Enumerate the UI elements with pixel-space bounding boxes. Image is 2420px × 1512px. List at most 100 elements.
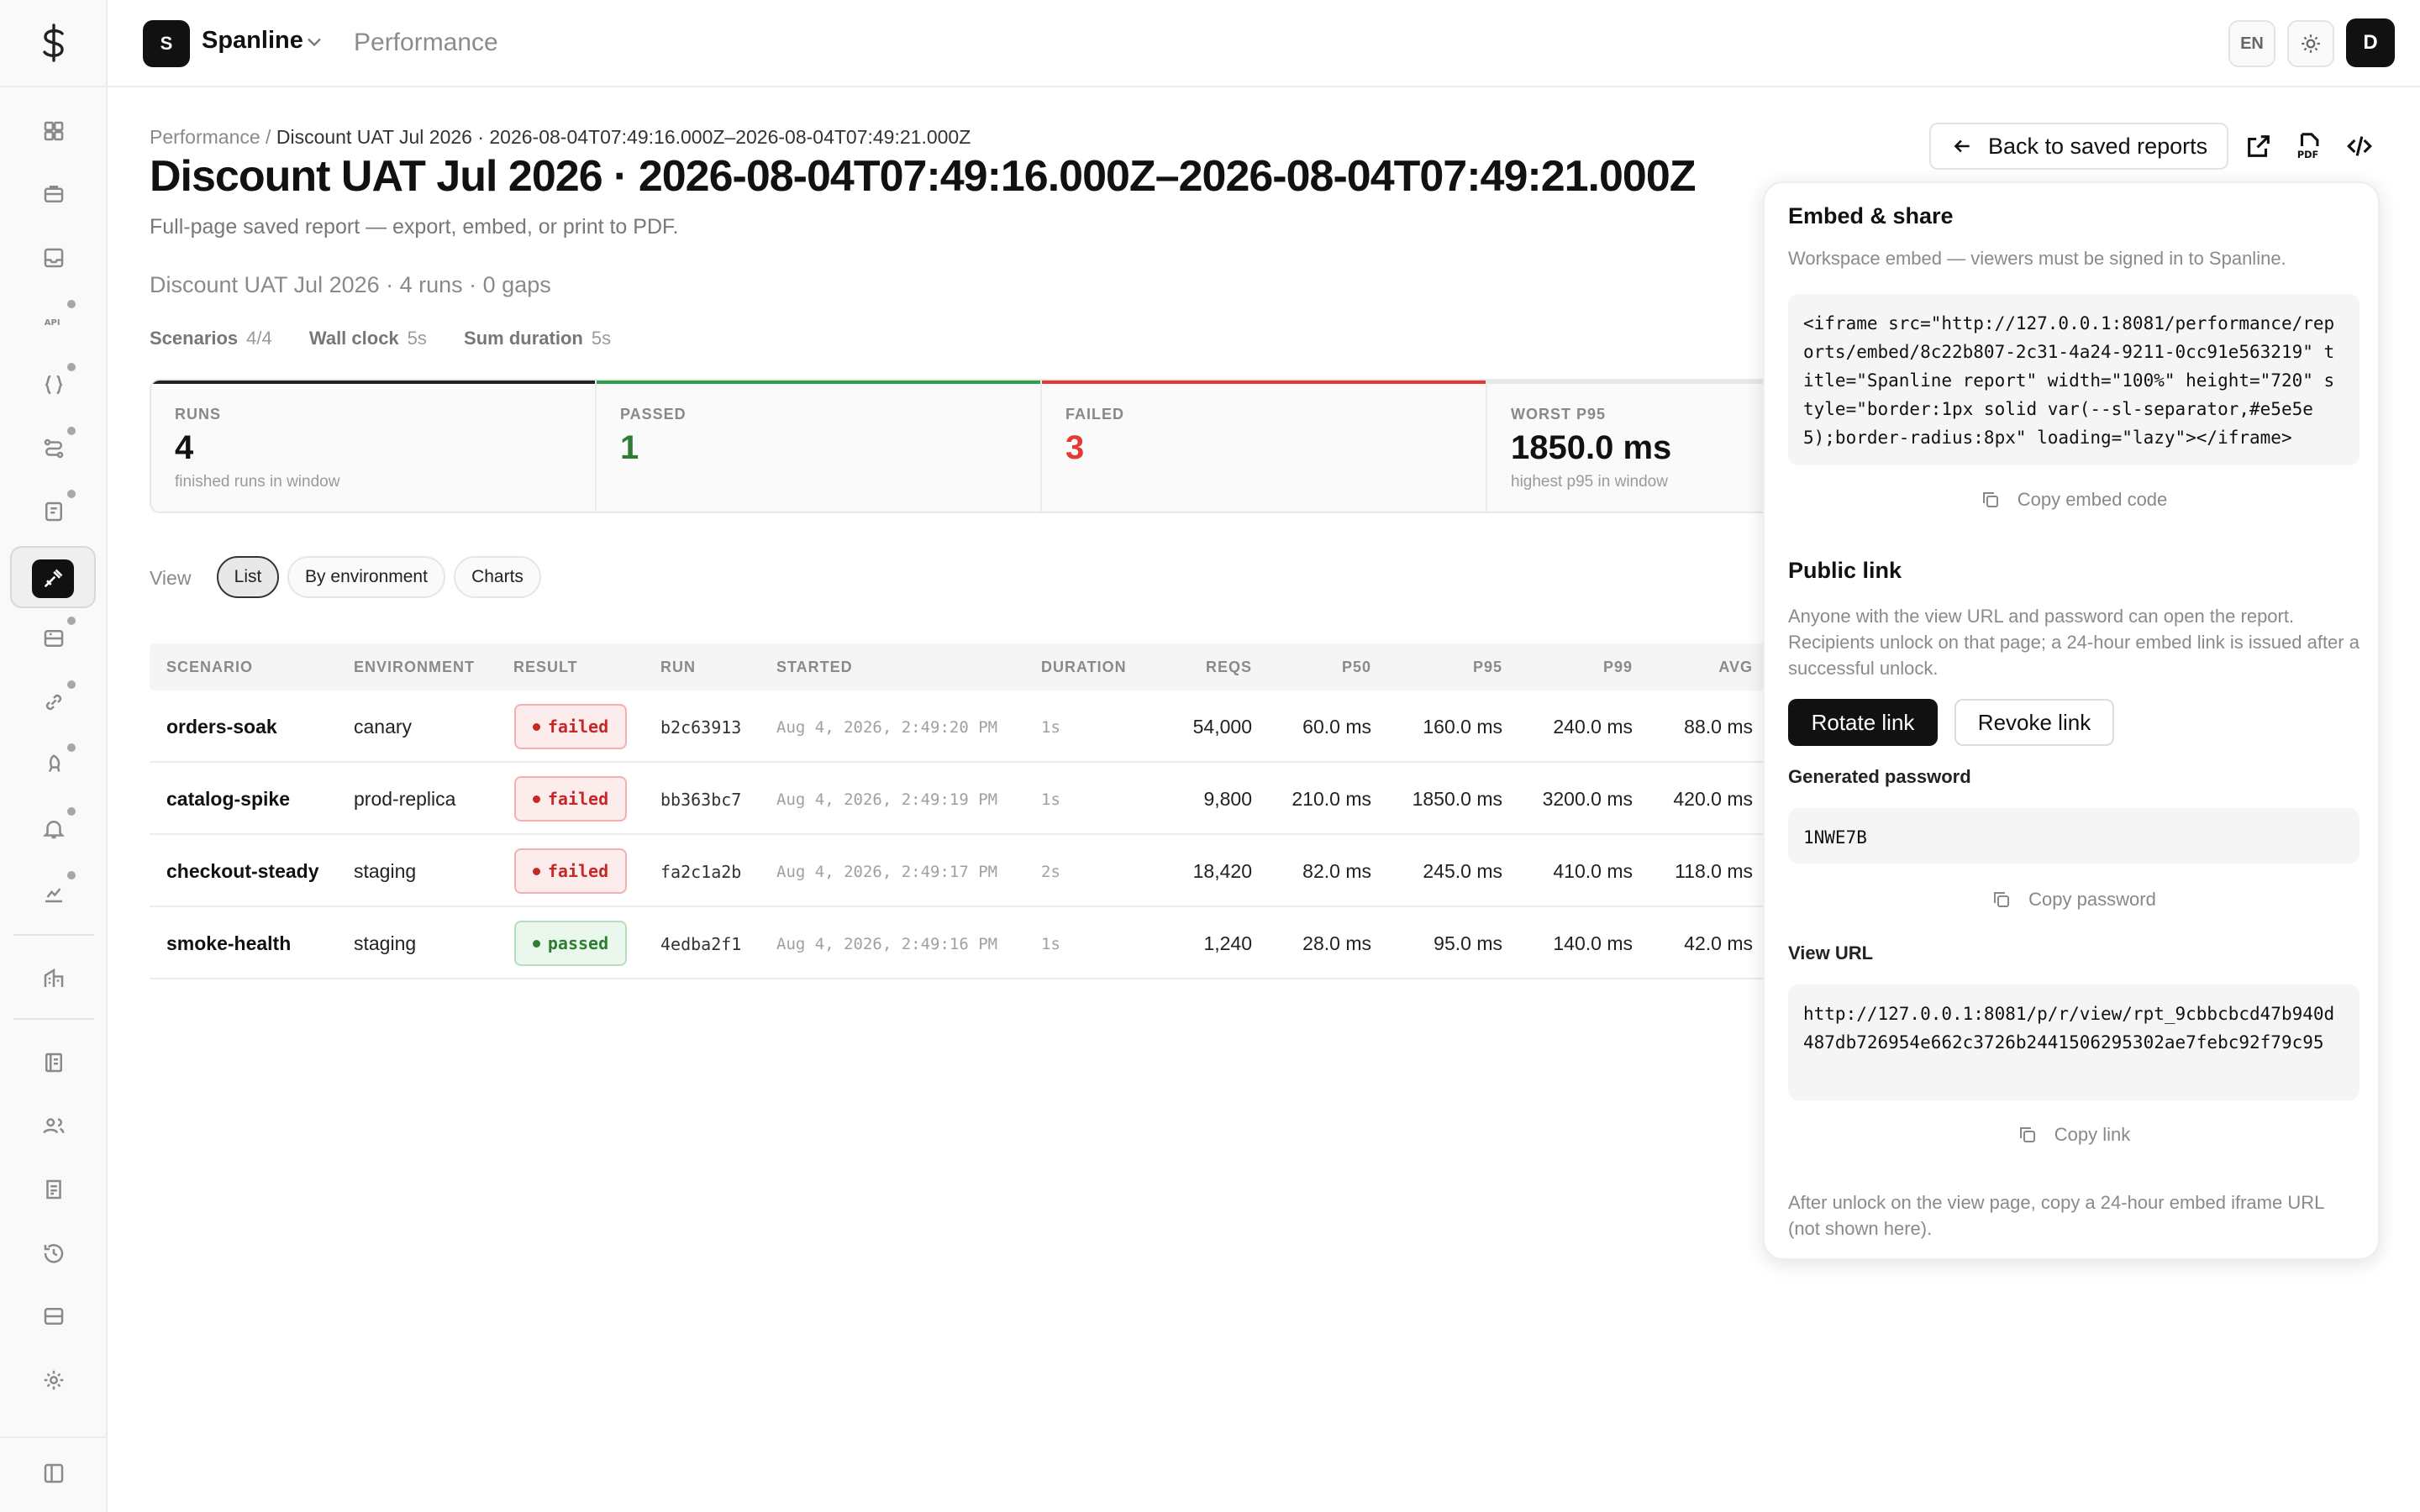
column-header[interactable]: RESULT (513, 659, 578, 676)
sidebar-item-settings[interactable] (34, 1360, 74, 1400)
sidebar-item-dashboard[interactable] (34, 111, 74, 151)
embed-code-box[interactable]: <iframe src="http://127.0.0.1:8081/perfo… (1788, 294, 2360, 465)
kpi-value: 1850.0 ms (1511, 429, 1672, 466)
run-id[interactable]: fa2c1a2b (660, 862, 741, 882)
pdf-icon[interactable]: PDF (2292, 129, 2326, 163)
scenario-name[interactable]: checkout-steady (166, 860, 319, 883)
started-cell: Aug 4, 2026, 2:49:17 PM (776, 863, 998, 881)
copy-embed-code-button[interactable]: Copy embed code (1788, 489, 2360, 511)
sidebar-item-performance[interactable] (10, 546, 96, 608)
copy-link-label: Copy link (2054, 1124, 2131, 1145)
notification-dot (66, 806, 77, 817)
kpi-value: 1 (620, 429, 639, 466)
sidebar-item-link[interactable] (34, 679, 77, 722)
language-button[interactable]: EN (2228, 20, 2275, 67)
sidebar-item-server[interactable] (34, 615, 77, 659)
run-id[interactable]: 4edba2f1 (660, 934, 741, 954)
theme-toggle-button[interactable] (2287, 20, 2334, 67)
sun-icon (2302, 34, 2320, 53)
sidebar: API (0, 0, 108, 1512)
sidebar-item-workflow[interactable] (34, 425, 77, 469)
chevron-down-icon[interactable] (302, 30, 326, 54)
breadcrumb-current: Discount UAT Jul 2026 · 2026-08-04T07:49… (276, 126, 971, 148)
table-row[interactable]: checkout-steady staging failed fa2c1a2b Aug … (150, 835, 1948, 907)
scenario-name[interactable]: smoke-health (166, 932, 291, 955)
column-header[interactable]: P50 (1302, 659, 1371, 676)
dollar-logo-icon[interactable] (34, 22, 74, 64)
sidebar-item-inbox[interactable] (34, 238, 74, 278)
sidebar-item-chart[interactable] (34, 869, 77, 913)
avg-cell: 118.0 ms (1675, 860, 1753, 882)
sidebar-item-ledger[interactable] (34, 1042, 74, 1083)
column-header[interactable]: P95 (1434, 659, 1502, 676)
breadcrumb-separator: / (260, 126, 276, 148)
back-to-saved-reports-button[interactable]: Back to saved reports (1929, 123, 2228, 170)
run-id[interactable]: bb363bc7 (660, 790, 741, 810)
table-row[interactable]: catalog-spike prod-replica failed bb363bc7 A… (150, 763, 1948, 835)
sidebar-item-briefcase[interactable] (34, 174, 74, 214)
report-meta: Discount UAT Jul 2026 · 4 runs · 0 gaps (150, 272, 551, 297)
building-icon (44, 968, 64, 987)
panel-footer-note: After unlock on the view page, copy a 24… (1788, 1192, 2324, 1239)
result-label: failed (547, 717, 609, 737)
sidebar-item-storage[interactable] (34, 1296, 74, 1336)
view-chip-by-environment[interactable]: By environment (287, 556, 445, 598)
view-url-field[interactable]: http://127.0.0.1:8081/p/r/view/rpt_9cbbc… (1788, 984, 2360, 1100)
sidebar-collapse-icon[interactable] (34, 1453, 74, 1494)
sidebar-item-api[interactable]: API (34, 298, 77, 342)
avg-cell: 420.0 ms (1673, 788, 1753, 810)
code-embed-icon[interactable] (2343, 129, 2376, 163)
column-header[interactable]: REQS (1183, 659, 1252, 676)
chart-icon (45, 888, 62, 903)
settings-icon (44, 1370, 64, 1390)
breadcrumb-parent[interactable]: Performance (150, 126, 260, 148)
column-header[interactable]: RUN (660, 659, 696, 676)
column-header[interactable]: STARTED (776, 659, 853, 676)
open-external-icon[interactable] (2242, 129, 2275, 163)
run-id[interactable]: b2c63913 (660, 717, 741, 738)
sidebar-item-building[interactable] (34, 958, 74, 999)
sidebar-item-bell[interactable] (34, 806, 77, 849)
column-header[interactable]: P99 (1564, 659, 1633, 676)
workspace-name[interactable]: Spanline (202, 27, 303, 55)
avg-cell: 88.0 ms (1684, 716, 1753, 738)
scenario-name[interactable]: orders-soak (166, 716, 277, 738)
workspace-avatar[interactable]: S (143, 20, 190, 67)
view-chip-list[interactable]: List (217, 556, 279, 598)
column-header[interactable]: ENVIRONMENT (354, 659, 475, 676)
sidebar-item-rocket[interactable] (34, 742, 77, 785)
notification-dot (66, 425, 77, 437)
sidebar-item-users[interactable] (34, 1105, 74, 1146)
column-header[interactable]: SCENARIO (166, 659, 253, 676)
sidebar-separator (13, 1018, 94, 1020)
environment-cell: staging (354, 860, 417, 882)
stat-label: Wall clock (308, 328, 399, 349)
sidebar-item-test-doc[interactable] (34, 488, 77, 532)
kpi-runs: RUNS 4 finished runs in window (151, 381, 597, 512)
sidebar-item-braces[interactable] (34, 361, 77, 405)
svg-text:API: API (45, 318, 60, 328)
copy-link-button[interactable]: Copy link (1788, 1124, 2360, 1146)
rotate-link-button[interactable]: Rotate link (1788, 699, 1938, 746)
user-avatar[interactable]: D (2346, 18, 2395, 67)
column-header[interactable]: AVG (1684, 659, 1753, 676)
result-badge: failed (514, 704, 627, 749)
notification-dot (66, 615, 77, 627)
status-dot-icon (532, 867, 540, 875)
table-row[interactable]: orders-soak canary failed b2c63913 Aug 4, 20… (150, 690, 1948, 763)
generated-password-field[interactable]: 1NWE7B (1788, 808, 2360, 864)
copy-password-button[interactable]: Copy password (1788, 889, 2360, 911)
sidebar-item-report[interactable] (34, 1169, 74, 1210)
table-row[interactable]: smoke-health staging passed 4edba2f1 Aug 4, … (150, 907, 1948, 979)
sidebar-bottom-divider (0, 1436, 108, 1438)
arrow-left-icon (1954, 139, 1970, 153)
result-label: passed (547, 933, 609, 953)
column-header[interactable]: DURATION (1041, 659, 1127, 676)
p99-cell: 140.0 ms (1553, 932, 1633, 954)
revoke-link-button[interactable]: Revoke link (1954, 699, 2114, 746)
sidebar-item-history[interactable] (34, 1233, 74, 1273)
view-chip-charts[interactable]: Charts (454, 556, 541, 598)
briefcase-icon (44, 186, 64, 202)
kpi-accent-bar (597, 381, 1040, 384)
scenario-name[interactable]: catalog-spike (166, 788, 290, 811)
